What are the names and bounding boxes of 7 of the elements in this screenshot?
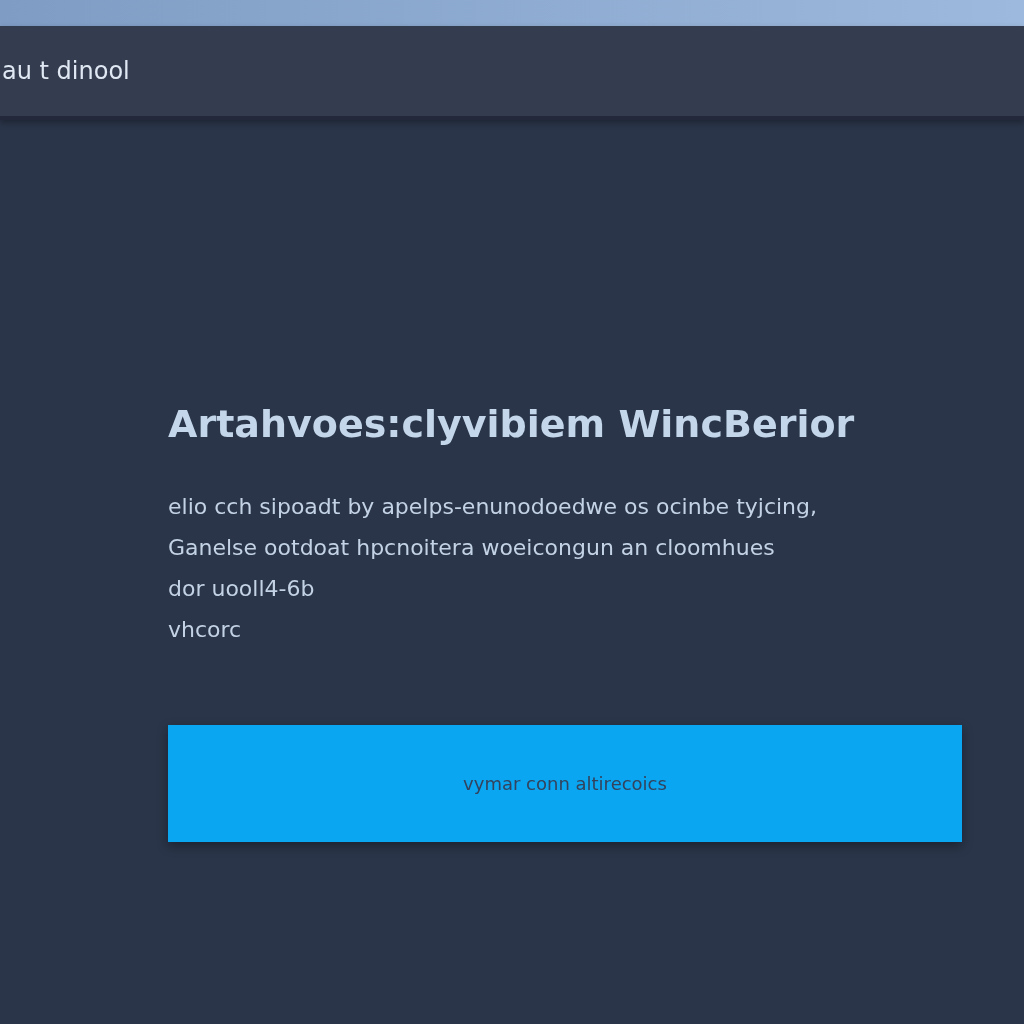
action-button[interactable]: vymar conn altirecoics [168, 725, 962, 842]
paragraph-line: vhcorc [168, 616, 243, 644]
paragraph-line: Ganelse ootdoat hpcnoitera woeicongun an cloomhues [168, 534, 776, 562]
paragraph-line: dor uooll4-6b [168, 575, 316, 603]
header-title: au t dinool [2, 57, 130, 85]
heading: Artahvoes:clyvibiem WincBerior [168, 402, 856, 446]
paragraph-line: elio cch sipoadt by apelps-enunodoedwe os ocinbe tyjcing, [168, 493, 818, 521]
